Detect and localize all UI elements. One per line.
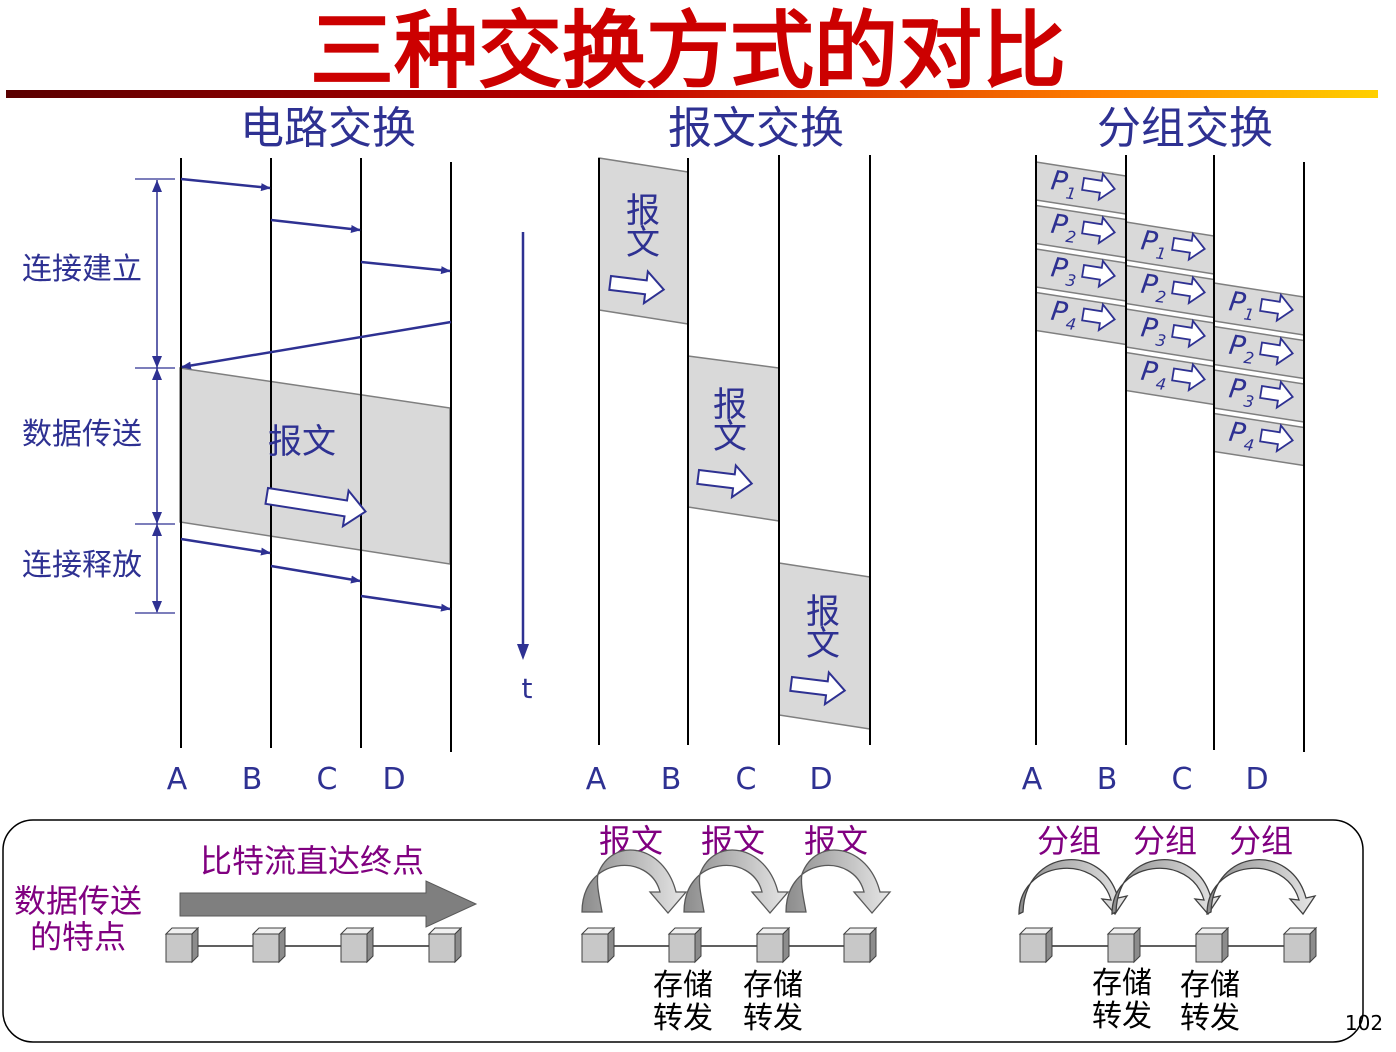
packet-store-1-line2: 转发 (1092, 999, 1152, 1034)
packet-block-1-3: P3 (1035, 248, 1127, 302)
packet-block-3-1: P1 (1213, 282, 1305, 336)
packet-diagram: P1P2P3P4P1P2P3P4P1P2P3P4 A B C D (1022, 155, 1305, 797)
phase-release-label: 连接释放 (22, 548, 142, 583)
setup-arrow-ab (180, 177, 271, 192)
heading-message: 报文交换 (668, 103, 844, 154)
setup-arrow-cd (360, 260, 451, 275)
packet-block-2-1: P1 (1125, 221, 1215, 275)
diagram-canvas: 三种交换方式的对比 电路交换 报文交换 分组交换 报文 连接建立 数据传送 连接… (2, 2, 1383, 1043)
packet-block-2-3: P3 (1125, 308, 1215, 362)
hop-curve-arrow (1111, 859, 1222, 916)
hop-curve-arrow (785, 849, 892, 914)
packet-node-b: B (1097, 762, 1118, 797)
message-block-3-char2: 文 (806, 624, 840, 664)
message-node-b: B (661, 762, 682, 797)
circuit-diagram: 报文 连接建立 数据传送 连接释放 A B C D (22, 158, 452, 797)
time-label: t (522, 672, 533, 705)
packet-hop-arrows (1018, 859, 1317, 916)
packet-store-1-line1: 存储 (1092, 966, 1152, 1001)
circuit-data-block (179, 367, 451, 565)
page-number: 102 (1345, 1011, 1383, 1035)
ack-arrow-da (181, 320, 452, 370)
message-hop-arrows (581, 849, 892, 914)
phase-transfer-label: 数据传送 (22, 417, 142, 452)
circuit-node-d: D (382, 762, 405, 797)
packet-block-3-4: P4 (1213, 412, 1305, 467)
circuit-node-b: B (242, 762, 263, 797)
panel-side-label-2: 的特点 (30, 918, 126, 956)
node-cube (427, 926, 463, 964)
node-cube (1282, 926, 1318, 964)
node-cube (667, 926, 703, 964)
circuit-node-a: A (167, 762, 188, 797)
heading-packet: 分组交换 (1097, 103, 1273, 154)
message-block-2-char2: 文 (713, 417, 747, 457)
message-block-1-char2: 文 (626, 223, 660, 263)
node-cube (755, 926, 791, 964)
message-store-2-line1: 存储 (743, 968, 803, 1003)
node-cube (164, 926, 200, 964)
hop-curve-arrow (683, 849, 790, 914)
packet-node-cubes (1018, 926, 1318, 964)
hop-curve-arrow (1206, 859, 1317, 916)
node-cube (251, 926, 287, 964)
packet-block-3-3: P3 (1213, 369, 1305, 423)
packet-block-2-2: P2 (1125, 264, 1215, 319)
message-store-2-line2: 转发 (743, 1001, 803, 1036)
release-arrow-ab (180, 537, 271, 556)
packet-hop-label-2: 分组 (1133, 822, 1197, 860)
packet-hop-label-1: 分组 (1037, 822, 1101, 860)
node-cube (1194, 926, 1230, 964)
packet-block-3-2: P2 (1213, 325, 1305, 380)
message-diagram: 报 文 报 文 报 文 A B C D (586, 155, 871, 797)
packet-hop-label-3: 分组 (1229, 822, 1293, 860)
packet-blocks: P1P2P3P4P1P2P3P4P1P2P3P4 (1035, 161, 1305, 467)
bitstream-label: 比特流直达终点 (200, 842, 424, 880)
packet-node-a: A (1022, 762, 1043, 797)
circuit-message-label: 报文 (268, 422, 336, 462)
packet-store-2-line2: 转发 (1180, 1001, 1240, 1036)
circuit-node-cubes (164, 926, 463, 964)
circuit-node-c: C (317, 762, 338, 797)
packet-block-1-2: P2 (1035, 204, 1127, 259)
panel-side-label-1: 数据传送 (14, 882, 142, 920)
packet-block-2-4: P4 (1125, 351, 1215, 406)
node-cube (1018, 926, 1054, 964)
title-underline (6, 90, 1378, 98)
release-arrow-bc (270, 564, 361, 584)
message-node-cubes (580, 926, 878, 964)
packet-node-c: C (1172, 762, 1193, 797)
message-node-c: C (736, 762, 757, 797)
bitstream-arrow (179, 880, 478, 928)
packet-store-2-line1: 存储 (1180, 968, 1240, 1003)
packet-node-d: D (1245, 762, 1268, 797)
time-axis-arrowhead (517, 644, 529, 660)
node-cube (339, 926, 375, 964)
hop-curve-arrow (581, 849, 688, 914)
packet-block-1-1: P1 (1035, 161, 1127, 215)
heading-circuit: 电路交换 (240, 103, 416, 154)
packet-block-1-4: P4 (1035, 291, 1127, 346)
hop-curve-arrow (1018, 859, 1129, 916)
node-cube (842, 926, 878, 964)
page-title: 三种交换方式的对比 (310, 2, 1066, 100)
node-cube (580, 926, 616, 964)
message-node-a: A (586, 762, 607, 797)
message-store-1-line1: 存储 (653, 968, 713, 1003)
message-store-1-line2: 转发 (653, 1001, 713, 1036)
phase-setup-label: 连接建立 (22, 252, 142, 287)
release-arrow-cd (360, 594, 451, 612)
node-cube (1106, 926, 1142, 964)
setup-arrow-bc (270, 218, 361, 233)
message-node-d: D (809, 762, 832, 797)
